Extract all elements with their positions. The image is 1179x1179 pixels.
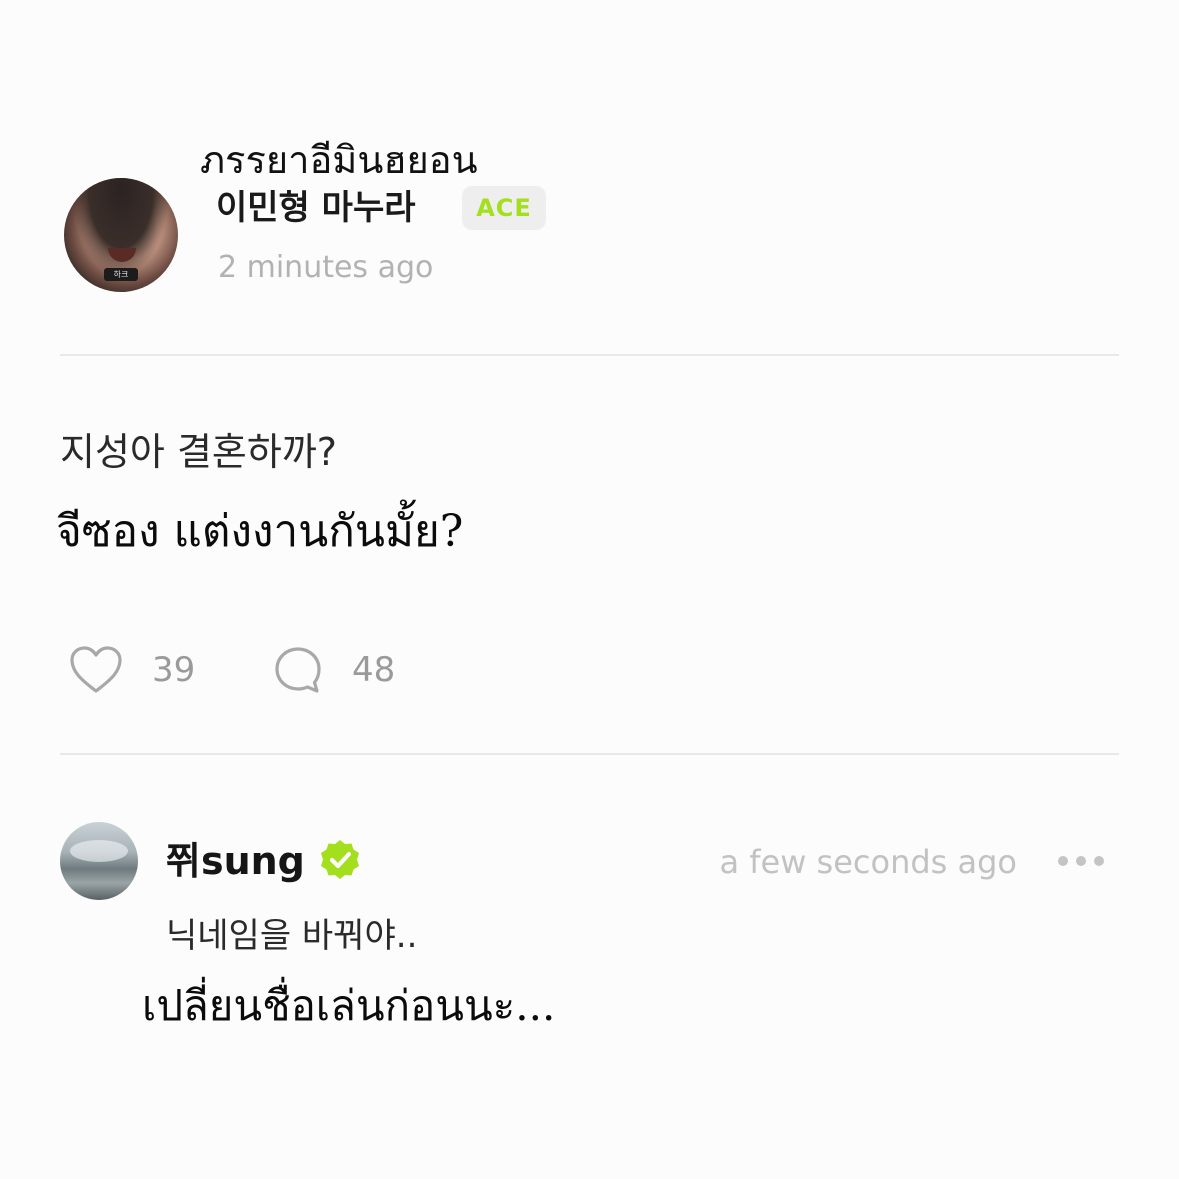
like-count: 39 [152,650,196,690]
comment-text-thai: เปลี่ยนชื่อเล่นก่อนนะ... [142,981,556,1030]
comment-button[interactable]: 48 [272,642,395,698]
ace-badge: ACE [462,186,546,230]
comment-timestamp: a few seconds ago [719,843,1017,881]
author-name-thai[interactable]: ภรรยาอีมินฮยอน [200,136,478,184]
post-text-korean: 지성아 결혼하까? [60,430,337,474]
heart-icon [70,646,122,693]
dot [1076,856,1086,866]
commenter-avatar[interactable] [60,822,138,900]
commenter-name[interactable]: 쮜sung [166,836,305,886]
author-avatar[interactable]: 하크 [64,178,178,292]
avatar-cloud-shape [70,840,128,862]
post-timestamp: 2 minutes ago [218,250,434,285]
more-options-icon[interactable] [1058,856,1106,868]
avatar-caption-tag: 하크 [104,268,138,281]
comment-text-korean: 닉네임을 바꿔야.. [166,916,418,956]
thread-page: 하크 ภรรยาอีมินฮยอน 이민형 마누라 ACE 2 minutes … [0,0,1179,1179]
actions-divider [60,753,1119,755]
post-text-thai: จีซอง แต่งงานกันมั้ย? [56,506,464,557]
verified-badge-icon [321,840,359,879]
speech-bubble-icon [275,647,321,693]
dot [1094,856,1104,866]
like-button[interactable]: 39 [68,642,195,698]
comment-count: 48 [352,650,396,690]
author-name-korean[interactable]: 이민형 마누라 [216,184,416,232]
header-divider [60,354,1119,356]
dot [1058,856,1068,866]
